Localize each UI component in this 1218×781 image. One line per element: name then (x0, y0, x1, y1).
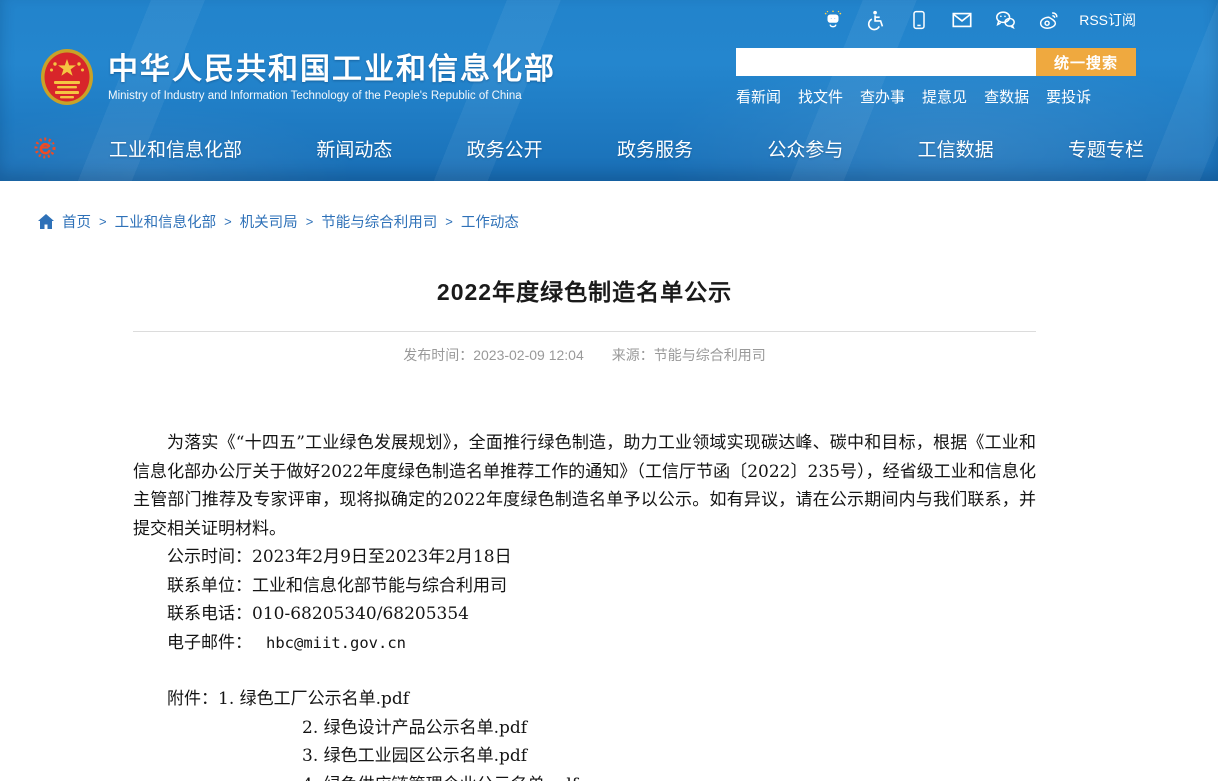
publish-time-label: 发布时间： (403, 347, 473, 363)
unified-search-button[interactable]: 统一搜索 (1036, 48, 1136, 76)
primary-nav: 工业和信息化部 新闻动态 政务公开 政务服务 公众参与 工信数据 专题专栏 (0, 115, 1218, 181)
attachment-link-green-factory[interactable]: 1. 绿色工厂公示名单.pdf (218, 689, 409, 709)
search-input[interactable] (736, 48, 1036, 76)
attachments-label: 附件： (167, 689, 218, 709)
rss-subscribe-link[interactable]: RSS订阅 (1079, 10, 1136, 30)
site-title: 中华人民共和国工业和信息化部 (108, 53, 556, 87)
quick-links: 看新闻 找文件 查办事 提意见 查数据 要投诉 (736, 86, 1136, 107)
breadcrumb-work-updates[interactable]: 工作动态 (461, 211, 519, 232)
email-value: hbc@miit.gov.cn (266, 634, 406, 652)
article: 2022年度绿色制造名单公示 发布时间：2023-02-09 12:04 来源：节… (133, 273, 1036, 781)
nav-item-public-participation[interactable]: 公众参与 (767, 135, 843, 162)
wechat-icon[interactable] (993, 8, 1017, 32)
quick-link-news[interactable]: 看新闻 (736, 86, 781, 107)
quick-link-data[interactable]: 查数据 (984, 86, 1029, 107)
publish-time-value: 2023-02-09 12:04 (473, 347, 584, 363)
masthead: 中华人民共和国工业和信息化部 Ministry of Industry and … (0, 40, 1218, 115)
breadcrumb-separator: > (99, 214, 107, 229)
site-titles: 中华人民共和国工业和信息化部 Ministry of Industry and … (108, 53, 556, 102)
home-icon[interactable] (38, 214, 54, 229)
utility-bar: RSS订阅 (0, 0, 1218, 40)
attachment-link-green-design-products[interactable]: 2. 绿色设计产品公示名单.pdf (302, 718, 527, 738)
miit-e-logo-icon (33, 136, 57, 160)
quick-link-complaint[interactable]: 要投诉 (1046, 86, 1091, 107)
national-emblem-icon (38, 47, 96, 109)
attachment-link-green-industrial-parks[interactable]: 3. 绿色工业园区公示名单.pdf (302, 746, 527, 766)
contact-phone-line: 联系电话：010-68205340/68205354 (133, 600, 1036, 629)
source-label: 来源： (612, 347, 654, 363)
attachment-link-green-supply-chain[interactable]: 4. 绿色供应链管理企业公示名单.pdf (302, 775, 578, 781)
attachment-line-2: 2. 绿色设计产品公示名单.pdf (133, 714, 1036, 743)
article-title: 2022年度绿色制造名单公示 (133, 273, 1036, 307)
nav-item-miit[interactable]: 工业和信息化部 (109, 135, 242, 162)
attachment-line-1: 附件：1. 绿色工厂公示名单.pdf (133, 685, 1036, 714)
site-logo-link[interactable]: 中华人民共和国工业和信息化部 Ministry of Industry and … (38, 47, 556, 109)
nav-item-news[interactable]: 新闻动态 (316, 135, 392, 162)
breadcrumb-separator: > (445, 214, 453, 229)
email-label: 电子邮件： (167, 633, 252, 653)
site-subtitle-en: Ministry of Industry and Information Tec… (108, 90, 556, 102)
quick-link-documents[interactable]: 找文件 (798, 86, 843, 107)
site-header: RSS订阅 中华人民共和国工业和信息化部 Ministry o (0, 0, 1218, 181)
nav-item-special-topics[interactable]: 专题专栏 (1068, 135, 1144, 162)
attachment-line-4: 4. 绿色供应链管理企业公示名单.pdf (133, 771, 1036, 781)
nav-item-gov-services[interactable]: 政务服务 (617, 135, 693, 162)
article-meta: 发布时间：2023-02-09 12:04 来源：节能与综合利用司 (133, 345, 1036, 365)
attachments: 附件：1. 绿色工厂公示名单.pdf 2. 绿色设计产品公示名单.pdf 3. … (133, 685, 1036, 781)
search-area: 统一搜索 看新闻 找文件 查办事 提意见 查数据 要投诉 (736, 48, 1136, 107)
breadcrumb-separator: > (224, 214, 232, 229)
breadcrumb-home[interactable]: 首页 (62, 211, 91, 232)
contact-unit-line: 联系单位：工业和信息化部节能与综合利用司 (133, 572, 1036, 601)
nav-item-industry-data[interactable]: 工信数据 (918, 135, 994, 162)
breadcrumb-separator: > (306, 214, 314, 229)
contact-email-line: 电子邮件： hbc@miit.gov.cn (133, 629, 1036, 658)
publicity-period-line: 公示时间：2023年2月9日至2023年2月18日 (133, 543, 1036, 572)
nav-items: 工业和信息化部 新闻动态 政务公开 政务服务 公众参与 工信数据 专题专栏 (109, 135, 1144, 162)
weibo-icon[interactable] (1036, 8, 1060, 32)
title-divider (133, 331, 1036, 332)
mobile-icon[interactable] (907, 8, 931, 32)
attachment-line-3: 3. 绿色工业园区公示名单.pdf (133, 742, 1036, 771)
nav-item-gov-disclosure[interactable]: 政务公开 (467, 135, 543, 162)
mail-icon[interactable] (950, 8, 974, 32)
quick-link-feedback[interactable]: 提意见 (922, 86, 967, 107)
accessibility-icon[interactable] (864, 8, 888, 32)
quick-link-services[interactable]: 查办事 (860, 86, 905, 107)
breadcrumb-departments[interactable]: 机关司局 (240, 211, 298, 232)
article-body: 为落实《“十四五”工业绿色发展规划》，全面推行绿色制造，助力工业领域实现碳达峰、… (133, 429, 1036, 781)
breadcrumb-miit[interactable]: 工业和信息化部 (115, 211, 217, 232)
breadcrumb-energy-dept[interactable]: 节能与综合利用司 (321, 211, 437, 232)
ai-assistant-icon[interactable] (821, 8, 845, 32)
breadcrumb: 首页 > 工业和信息化部 > 机关司局 > 节能与综合利用司 > 工作动态 (0, 181, 1218, 233)
article-paragraph: 为落实《“十四五”工业绿色发展规划》，全面推行绿色制造，助力工业领域实现碳达峰、… (133, 429, 1036, 543)
source-value: 节能与综合利用司 (654, 347, 766, 363)
